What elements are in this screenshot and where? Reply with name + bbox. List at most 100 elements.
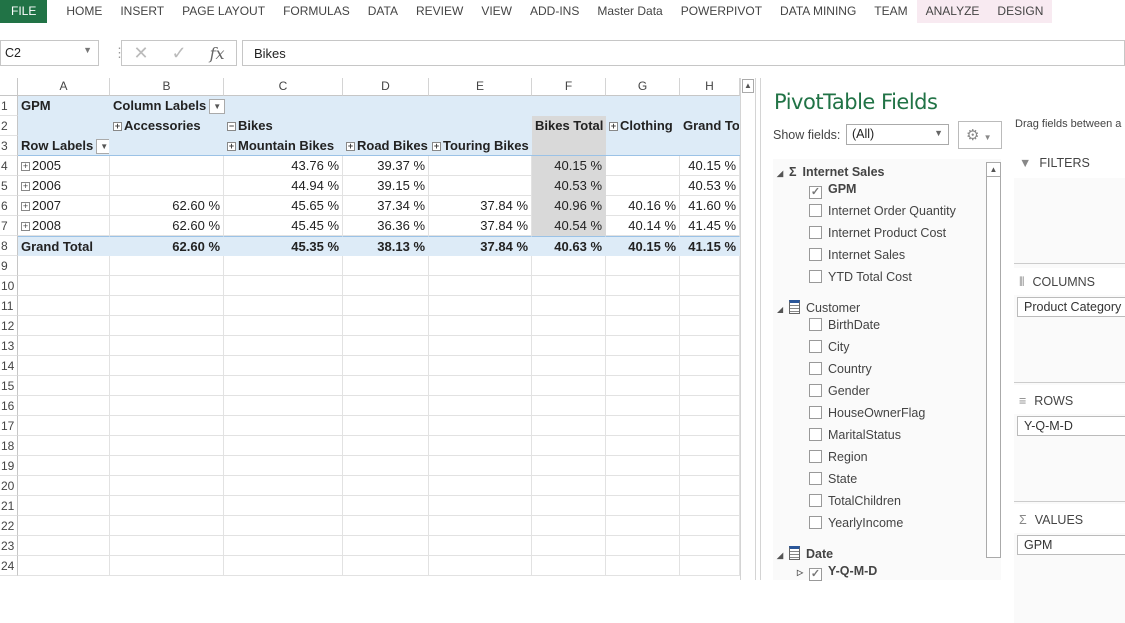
cell[interactable] [18,276,110,296]
field-item[interactable]: Gender [809,381,870,401]
tab-design[interactable]: DESIGN [988,0,1053,23]
field-item[interactable]: Internet Sales [809,245,905,265]
cell[interactable] [532,336,606,356]
cell[interactable] [224,556,343,576]
checkbox[interactable] [809,494,822,507]
bikes-header[interactable]: − Bikes [224,116,343,136]
collapse-icon[interactable]: − [227,122,236,131]
cell[interactable] [343,436,429,456]
pivot-header-cell[interactable] [18,116,110,136]
row-header-4[interactable]: 4 [0,156,18,176]
cell[interactable] [429,516,532,536]
cell[interactable] [606,336,680,356]
value-cell[interactable]: 45.45 % [224,216,343,236]
cell[interactable] [680,496,740,516]
cell[interactable] [18,336,110,356]
row-header-9[interactable]: 9 [0,256,18,276]
expand-icon[interactable]: + [609,122,618,131]
cell[interactable] [680,536,740,556]
grand-total-column-header[interactable]: Grand Total [680,116,740,136]
expand-icon[interactable]: + [21,162,30,171]
cell[interactable] [606,516,680,536]
road-bikes-header[interactable]: + Road Bikes [343,136,429,156]
expand-icon[interactable]: + [21,182,30,191]
checkbox[interactable] [809,472,822,485]
field-item[interactable]: MaritalStatus [809,425,901,445]
cell[interactable] [429,296,532,316]
value-cell[interactable] [110,156,224,176]
cell[interactable] [606,556,680,576]
cell[interactable] [429,436,532,456]
row-header-20[interactable]: 20 [0,476,18,496]
cell[interactable] [18,376,110,396]
grand-total-value[interactable]: 37.84 % [429,236,532,256]
cell[interactable] [606,356,680,376]
cell[interactable] [429,356,532,376]
checkbox[interactable] [809,384,822,397]
cell[interactable] [18,316,110,336]
value-cell[interactable]: 40.16 % [606,196,680,216]
value-cell[interactable]: 40.53 % [680,176,740,196]
value-cell[interactable]: 40.14 % [606,216,680,236]
cell[interactable] [680,376,740,396]
expand-icon[interactable]: + [21,202,30,211]
insert-function-icon[interactable]: fx [210,44,225,63]
cell[interactable] [343,476,429,496]
rows-area[interactable]: Y-Q-M-D [1014,414,1125,504]
checkbox[interactable] [809,340,822,353]
value-cell[interactable]: 40.15 % [680,156,740,176]
cell[interactable] [680,276,740,296]
row-header-7[interactable]: 7 [0,216,18,236]
cell[interactable] [532,476,606,496]
cell[interactable] [18,456,110,476]
cell[interactable] [429,416,532,436]
row-label-2005[interactable]: +2005 [18,156,110,176]
cell[interactable] [343,356,429,376]
cell[interactable] [343,496,429,516]
row-header-22[interactable]: 22 [0,516,18,536]
cell[interactable] [18,516,110,536]
cell[interactable] [680,476,740,496]
pivot-measure-label[interactable]: GPM [18,96,110,116]
row-header-1[interactable]: 1 [0,96,18,116]
value-cell[interactable] [110,176,224,196]
cell[interactable] [110,476,224,496]
accessories-header[interactable]: + Accessories [110,116,224,136]
cell[interactable] [429,456,532,476]
pivot-header-cell[interactable] [429,96,532,116]
cell[interactable] [110,416,224,436]
column-header-F[interactable]: F [532,78,606,96]
cell[interactable] [18,416,110,436]
collapse-triangle-icon[interactable]: ◢ [777,164,789,184]
cell[interactable] [606,536,680,556]
field-list-scrollbar[interactable]: ▲ [986,162,1001,558]
cell[interactable] [532,316,606,336]
value-cell[interactable]: 43.76 % [224,156,343,176]
cell[interactable] [110,456,224,476]
grand-total-value[interactable]: 45.35 % [224,236,343,256]
tab-add-ins[interactable]: ADD-INS [521,0,588,23]
field-item[interactable]: Country [809,359,872,379]
cell[interactable] [110,436,224,456]
checkbox[interactable]: ✓ [809,568,822,581]
cell[interactable] [606,316,680,336]
row-header-16[interactable]: 16 [0,396,18,416]
cell[interactable] [224,396,343,416]
cell[interactable] [680,256,740,276]
row-labels-header[interactable]: Row Labels ▼ [18,136,110,156]
cell[interactable] [429,556,532,576]
field-item[interactable]: HouseOwnerFlag [809,403,925,423]
formula-input[interactable]: Bikes [242,40,1125,66]
cell[interactable] [532,496,606,516]
cell[interactable] [224,496,343,516]
checkbox[interactable] [809,204,822,217]
pivot-header-cell[interactable] [532,136,606,156]
cell[interactable] [429,536,532,556]
cell[interactable] [606,376,680,396]
cell[interactable] [18,256,110,276]
expand-icon[interactable]: + [346,142,355,151]
column-header-A[interactable]: A [18,78,110,96]
value-cell[interactable]: 45.65 % [224,196,343,216]
pivot-header-cell[interactable] [606,136,680,156]
column-header-G[interactable]: G [606,78,680,96]
